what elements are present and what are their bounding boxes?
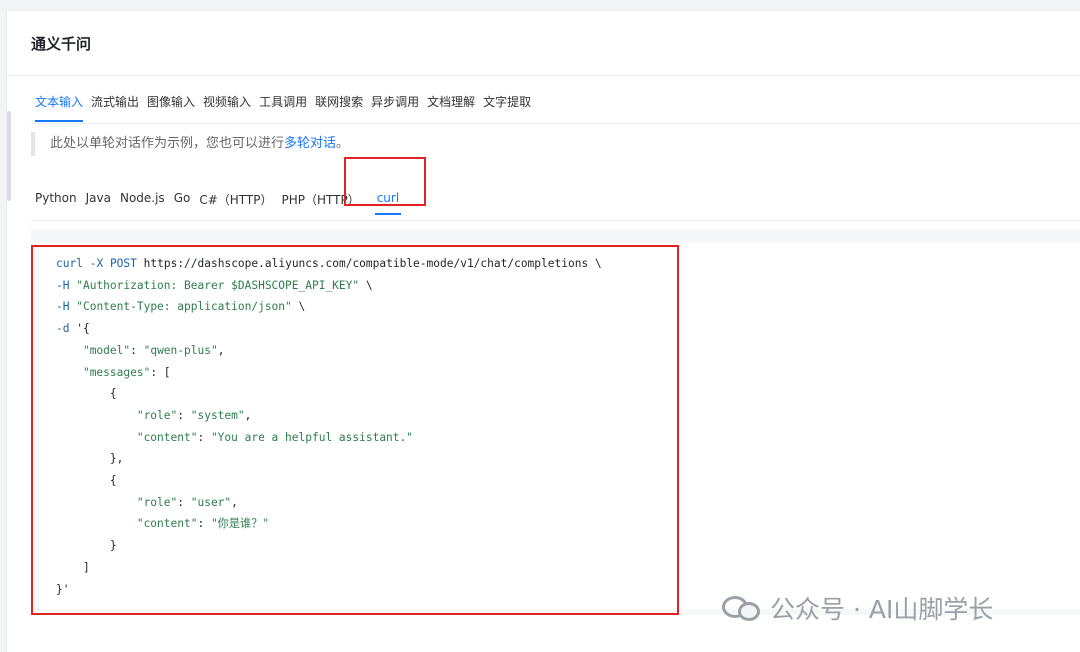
- tab-streaming-output[interactable]: 流式输出: [91, 93, 139, 122]
- note-text: 此处以单轮对话作为示例，您也可以进行: [50, 136, 285, 151]
- wechat-icon: [722, 592, 762, 624]
- lang-tab-nodejs[interactable]: Node.js: [120, 191, 165, 215]
- info-note: 此处以单轮对话作为示例，您也可以进行多轮对话。: [31, 132, 349, 156]
- watermark: 公众号 · AI山脚学长: [722, 590, 993, 626]
- title-divider: [7, 75, 1080, 76]
- page-title: 通义千问: [31, 35, 92, 53]
- multi-turn-link[interactable]: 多轮对话: [284, 136, 336, 151]
- note-suffix: 。: [336, 136, 350, 151]
- lang-tab-python[interactable]: Python: [35, 191, 77, 215]
- lang-tab-go[interactable]: Go: [174, 191, 191, 215]
- code-highlight-box: [31, 245, 679, 615]
- tab-image-input[interactable]: 图像输入: [147, 93, 195, 122]
- tabs-divider: [31, 123, 1080, 124]
- lang-tab-java[interactable]: Java: [86, 191, 111, 215]
- curl-tab-highlight-box: [344, 157, 426, 206]
- language-divider: [31, 220, 1080, 221]
- tab-tool-calling[interactable]: 工具调用: [259, 93, 307, 122]
- tab-async-call[interactable]: 异步调用: [371, 93, 419, 122]
- tab-video-input[interactable]: 视频输入: [203, 93, 251, 122]
- lang-tab-csharp[interactable]: C#（HTTP）: [199, 191, 272, 218]
- tab-document-understanding[interactable]: 文档理解: [427, 93, 475, 122]
- tab-web-search[interactable]: 联网搜索: [315, 93, 363, 122]
- tab-text-input[interactable]: 文本输入: [35, 93, 84, 122]
- feature-tabs: 文本输入 流式输出 图像输入 视频输入 工具调用 联网搜索 异步调用 文档理解 …: [35, 93, 531, 122]
- scrollbar-thumb[interactable]: [7, 111, 11, 201]
- tab-text-extraction[interactable]: 文字提取: [483, 93, 531, 122]
- watermark-text: 公众号 · AI山脚学长: [770, 595, 994, 624]
